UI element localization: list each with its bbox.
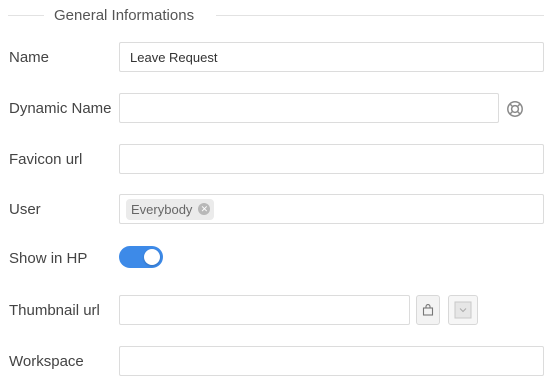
show-in-hp-toggle[interactable] <box>119 246 163 268</box>
close-icon[interactable]: ✕ <box>198 203 211 215</box>
section-title: General Informations <box>54 6 195 24</box>
workspace-row: Workspace <box>0 346 548 378</box>
name-label: Name <box>9 49 50 66</box>
divider <box>216 14 544 16</box>
divider <box>8 14 44 16</box>
user-tag-label: Everybody <box>131 201 193 217</box>
name-input[interactable] <box>130 49 533 65</box>
dynamic-name-input[interactable] <box>130 100 488 116</box>
thumbnail-url-field[interactable] <box>119 295 410 325</box>
favicon-url-field[interactable] <box>119 144 544 174</box>
thumbnail-url-label: Thumbnail url <box>9 302 100 319</box>
name-row: Name <box>0 42 548 74</box>
workspace-input[interactable] <box>130 353 533 369</box>
workspace-field[interactable] <box>119 346 544 376</box>
favicon-url-input[interactable] <box>130 151 533 167</box>
section-header: General Informations <box>8 0 544 30</box>
dynamic-name-field[interactable] <box>119 93 499 123</box>
thumbnail-url-row: Thumbnail url <box>0 295 548 327</box>
image-preview-icon <box>454 301 472 319</box>
user-row: User Everybody ✕ <box>0 194 548 226</box>
bag-icon <box>422 304 434 316</box>
thumbnail-url-input[interactable] <box>130 302 399 318</box>
show-in-hp-label: Show in HP <box>9 250 88 267</box>
lifebuoy-icon[interactable] <box>506 100 524 118</box>
dynamic-name-row: Dynamic Name <box>0 93 548 125</box>
upload-button[interactable] <box>416 295 440 325</box>
thumbnail-preview[interactable] <box>448 295 478 325</box>
user-tag: Everybody ✕ <box>126 198 215 220</box>
workspace-label: Workspace <box>9 353 84 370</box>
show-in-hp-row: Show in HP <box>0 243 548 275</box>
toggle-knob <box>144 249 160 265</box>
name-field[interactable] <box>119 42 544 72</box>
user-select[interactable]: Everybody ✕ <box>119 194 544 224</box>
favicon-url-row: Favicon url <box>0 144 548 176</box>
favicon-url-label: Favicon url <box>9 151 83 168</box>
user-label: User <box>9 201 41 218</box>
dynamic-name-label: Dynamic Name <box>9 100 112 117</box>
